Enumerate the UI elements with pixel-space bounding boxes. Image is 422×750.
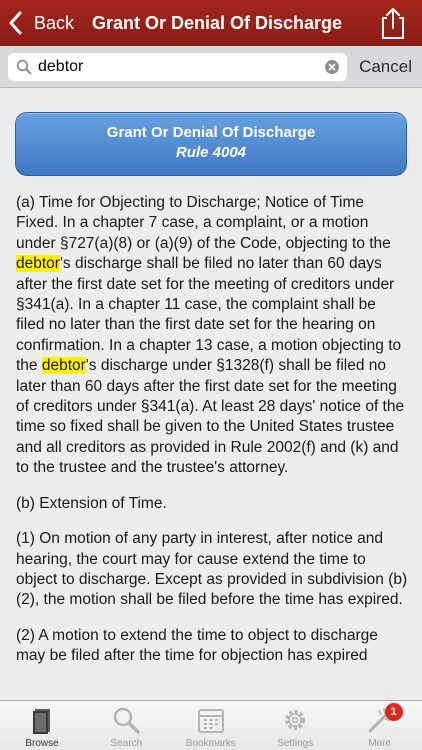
book-icon — [27, 705, 57, 735]
tab-bookmarks[interactable]: Bookmarks — [169, 701, 253, 750]
search-field[interactable] — [8, 53, 347, 81]
tab-label: Browse — [25, 738, 59, 749]
tab-label: Search — [110, 738, 143, 749]
tab-label: Settings — [277, 738, 314, 749]
paragraph: (a) Time for Objecting to Discharge; Not… — [16, 193, 408, 479]
search-highlight: debtor — [16, 255, 60, 273]
tab-more[interactable]: More 1 — [338, 701, 422, 750]
paragraph-text: (2) A motion to extend the time to objec… — [16, 626, 378, 665]
tab-search[interactable]: Search — [84, 701, 168, 750]
search-icon — [16, 59, 32, 75]
tab-browse[interactable]: Browse — [0, 701, 84, 750]
magnifier-icon — [111, 705, 141, 735]
rule-content[interactable]: Grant Or Denial Of Discharge Rule 4004 (… — [0, 89, 422, 700]
share-button[interactable] — [378, 6, 408, 40]
paragraph: (b) Extension of Time. — [16, 494, 408, 514]
paragraph-text: (1) On motion of any party in interest, … — [16, 530, 408, 609]
share-icon — [382, 8, 404, 39]
back-button[interactable]: Back — [8, 0, 74, 46]
chevron-left-icon — [8, 0, 30, 46]
rule-body: (a) Time for Objecting to Discharge; Not… — [16, 193, 408, 682]
gear-icon — [280, 705, 310, 735]
clear-icon[interactable] — [325, 60, 339, 74]
paragraph-text: (a) Time for Objecting to Discharge; Not… — [16, 194, 391, 252]
paragraph: (2) A motion to extend the time to objec… — [16, 626, 408, 667]
search-input[interactable] — [38, 53, 318, 81]
rule-number: Rule 4004 — [175, 144, 247, 161]
paragraph-text: 's discharge under §1328(f) shall be fil… — [16, 357, 405, 477]
paragraph: (1) On motion of any party in interest, … — [16, 529, 408, 611]
rule-title: Grant Or Denial Of Discharge — [106, 124, 316, 141]
tab-settings[interactable]: Settings — [253, 701, 337, 750]
search-highlight: debtor — [41, 357, 86, 375]
tab-bar: Browse Search Bookmarks Settings More 1 — [0, 700, 422, 750]
navigation-bar: Back Grant Or Denial Of Discharge — [0, 0, 422, 46]
notification-badge: 1 — [384, 703, 403, 721]
cancel-button[interactable]: Cancel — [359, 46, 412, 88]
tab-label: Bookmarks — [185, 738, 236, 749]
rule-header: Grant Or Denial Of Discharge Rule 4004 — [15, 112, 407, 176]
tab-label: More — [368, 738, 391, 749]
search-bar: Cancel — [0, 46, 422, 88]
page-title: Grant Or Denial Of Discharge — [92, 13, 343, 33]
paragraph-text: (b) Extension of Time. — [16, 494, 167, 512]
back-label: Back — [34, 12, 75, 33]
calendar-icon — [196, 705, 226, 735]
